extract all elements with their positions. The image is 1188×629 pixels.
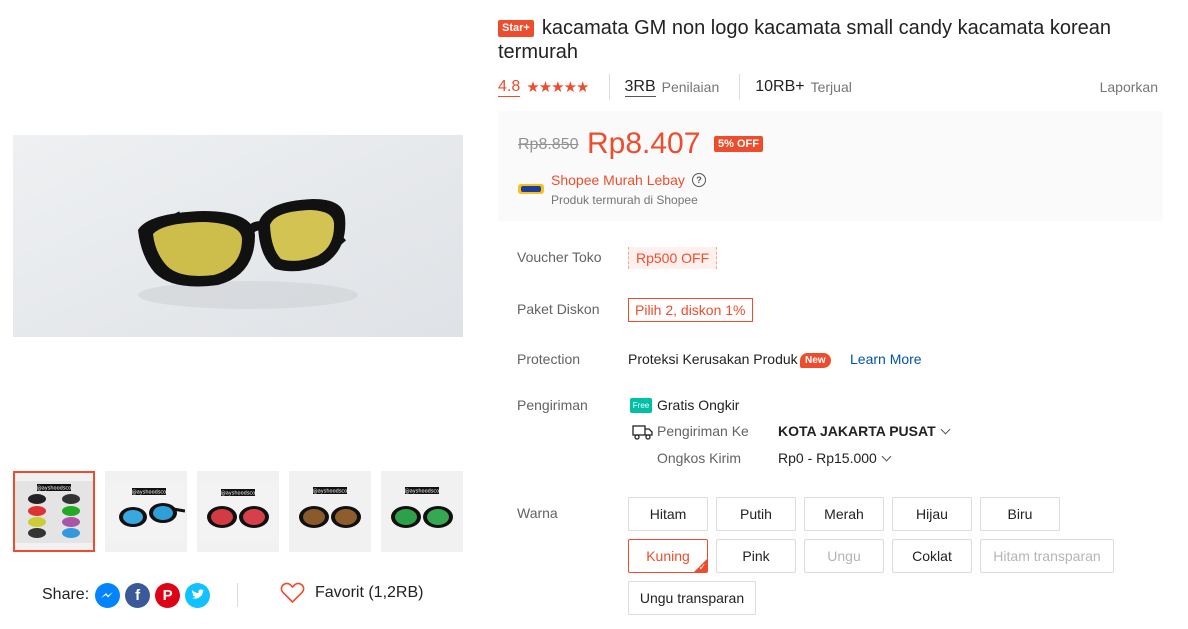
star-plus-badge: Star+ (498, 20, 534, 37)
svg-text:@ayshoodsco: @ayshoodsco (405, 488, 440, 494)
share-row: Share: f P (42, 580, 215, 610)
shipping-cost-dropdown[interactable]: Rp0 - Rp15.000 (778, 450, 892, 466)
sold-label: Terjual (810, 79, 852, 95)
variation-option-coklat[interactable]: Coklat (892, 539, 972, 573)
program-link[interactable]: Shopee Murah Lebay (551, 172, 685, 188)
thumbnail-green[interactable]: @ayshoodsco (381, 471, 463, 552)
protection-text: Proteksi Kerusakan Produk (628, 351, 798, 367)
thumbnail-strip: @ayshoodsco @ayshoodsco @ayshoodsco @ays… (13, 471, 463, 552)
stats-divider (608, 74, 610, 100)
original-price: Rp8.850 (518, 136, 579, 153)
product-title-row: Star+ kacamata GM non logo kacamata small… (498, 16, 1148, 64)
heart-icon (280, 582, 305, 604)
chevron-down-icon (940, 424, 951, 435)
rating-stars-icon: ★★★★★ (526, 79, 589, 96)
variation-option-hitam[interactable]: Hitam (628, 497, 708, 531)
thumbnail-brown[interactable]: @ayshoodsco (289, 471, 371, 552)
variation-label: Warna (517, 505, 558, 521)
bundle-label: Paket Diskon (517, 301, 600, 317)
shipping-cost-value: Rp0 - Rp15.000 (778, 450, 877, 466)
learn-more-link[interactable]: Learn More (850, 351, 922, 367)
svg-text:@ayshoodsco: @ayshoodsco (221, 490, 256, 496)
variation-option-biru[interactable]: Biru (980, 497, 1060, 531)
free-shipping-icon: Free (630, 398, 652, 413)
thumbnail-multi[interactable]: @ayshoodsco (13, 471, 95, 552)
bundle-deal-tag[interactable]: Pilih 2, diskon 1% (628, 298, 753, 322)
variation-option-hitam-transparan: Hitam transparan (980, 539, 1114, 573)
voucher-tag[interactable]: Rp500 OFF (628, 247, 718, 269)
favorite-count: Favorit (1,2RB) (315, 584, 424, 601)
sold-count: 10RB+ (755, 78, 805, 95)
shipping-label: Pengiriman (517, 397, 588, 413)
ship-to-value: KOTA JAKARTA PUSAT (778, 423, 936, 439)
main-product-image[interactable] (13, 135, 463, 337)
favorite-button[interactable]: Favorit (1,2RB) (280, 582, 423, 604)
watermark-text: @ayshoodsco (37, 485, 72, 491)
price-section: Rp8.850 Rp8.407 5% OFF Shopee Murah Leba… (498, 111, 1163, 221)
reviews-label: Penilaian (661, 79, 720, 95)
stats-divider (739, 74, 741, 100)
thumbnail-image: @ayshoodsco (15, 480, 93, 543)
product-stats: 4.8 ★★★★★ 3RB Penilaian 10RB+ Terjual La… (498, 73, 1158, 101)
discount-badge: 5% OFF (714, 136, 763, 152)
product-title: kacamata GM non logo kacamata small cand… (498, 17, 1111, 63)
voucher-label: Voucher Toko (517, 249, 602, 265)
facebook-icon[interactable]: f (125, 582, 151, 608)
help-icon[interactable]: ? (692, 173, 706, 187)
variation-option-putih[interactable]: Putih (716, 497, 796, 531)
murah-lebay-logo-icon (518, 184, 544, 194)
rating-value[interactable]: 4.8 (498, 78, 521, 97)
variation-option-kuning[interactable]: Kuning ✓ (628, 539, 708, 573)
variation-option-merah[interactable]: Merah (804, 497, 884, 531)
current-price: Rp8.407 (587, 127, 701, 160)
truck-icon (632, 425, 653, 440)
svg-text:@ayshoodsco: @ayshoodsco (132, 489, 167, 495)
free-shipping-text: Gratis Ongkir (657, 397, 740, 413)
pinterest-icon[interactable]: P (155, 582, 181, 608)
variation-option-ungu: Ungu (804, 539, 884, 573)
twitter-icon[interactable] (185, 582, 211, 608)
messenger-icon[interactable] (95, 582, 121, 608)
variation-option-pink[interactable]: Pink (716, 539, 796, 573)
share-label: Share: (42, 586, 90, 603)
chevron-down-icon (881, 451, 892, 462)
shipping-cost-label: Ongkos Kirim (657, 450, 742, 466)
ship-to-label: Pengiriman Ke (657, 423, 749, 439)
new-badge: New (800, 353, 831, 368)
report-link[interactable]: Laporkan (1100, 79, 1158, 95)
share-divider (237, 583, 238, 607)
sunglasses-image (13, 135, 463, 337)
protection-label: Protection (517, 351, 581, 367)
svg-text:@ayshoodsco: @ayshoodsco (313, 488, 348, 494)
thumbnail-red[interactable]: @ayshoodsco (197, 471, 279, 552)
ship-to-dropdown[interactable]: KOTA JAKARTA PUSAT (778, 423, 951, 439)
variation-option-hijau[interactable]: Hijau (892, 497, 972, 531)
reviews-count[interactable]: 3RB (624, 78, 656, 97)
variation-option-ungu-transparan[interactable]: Ungu transparan (628, 581, 756, 615)
program-subtitle: Produk termurah di Shopee (551, 193, 698, 207)
thumbnail-blue[interactable]: @ayshoodsco (105, 471, 187, 552)
check-icon: ✓ (698, 562, 706, 572)
